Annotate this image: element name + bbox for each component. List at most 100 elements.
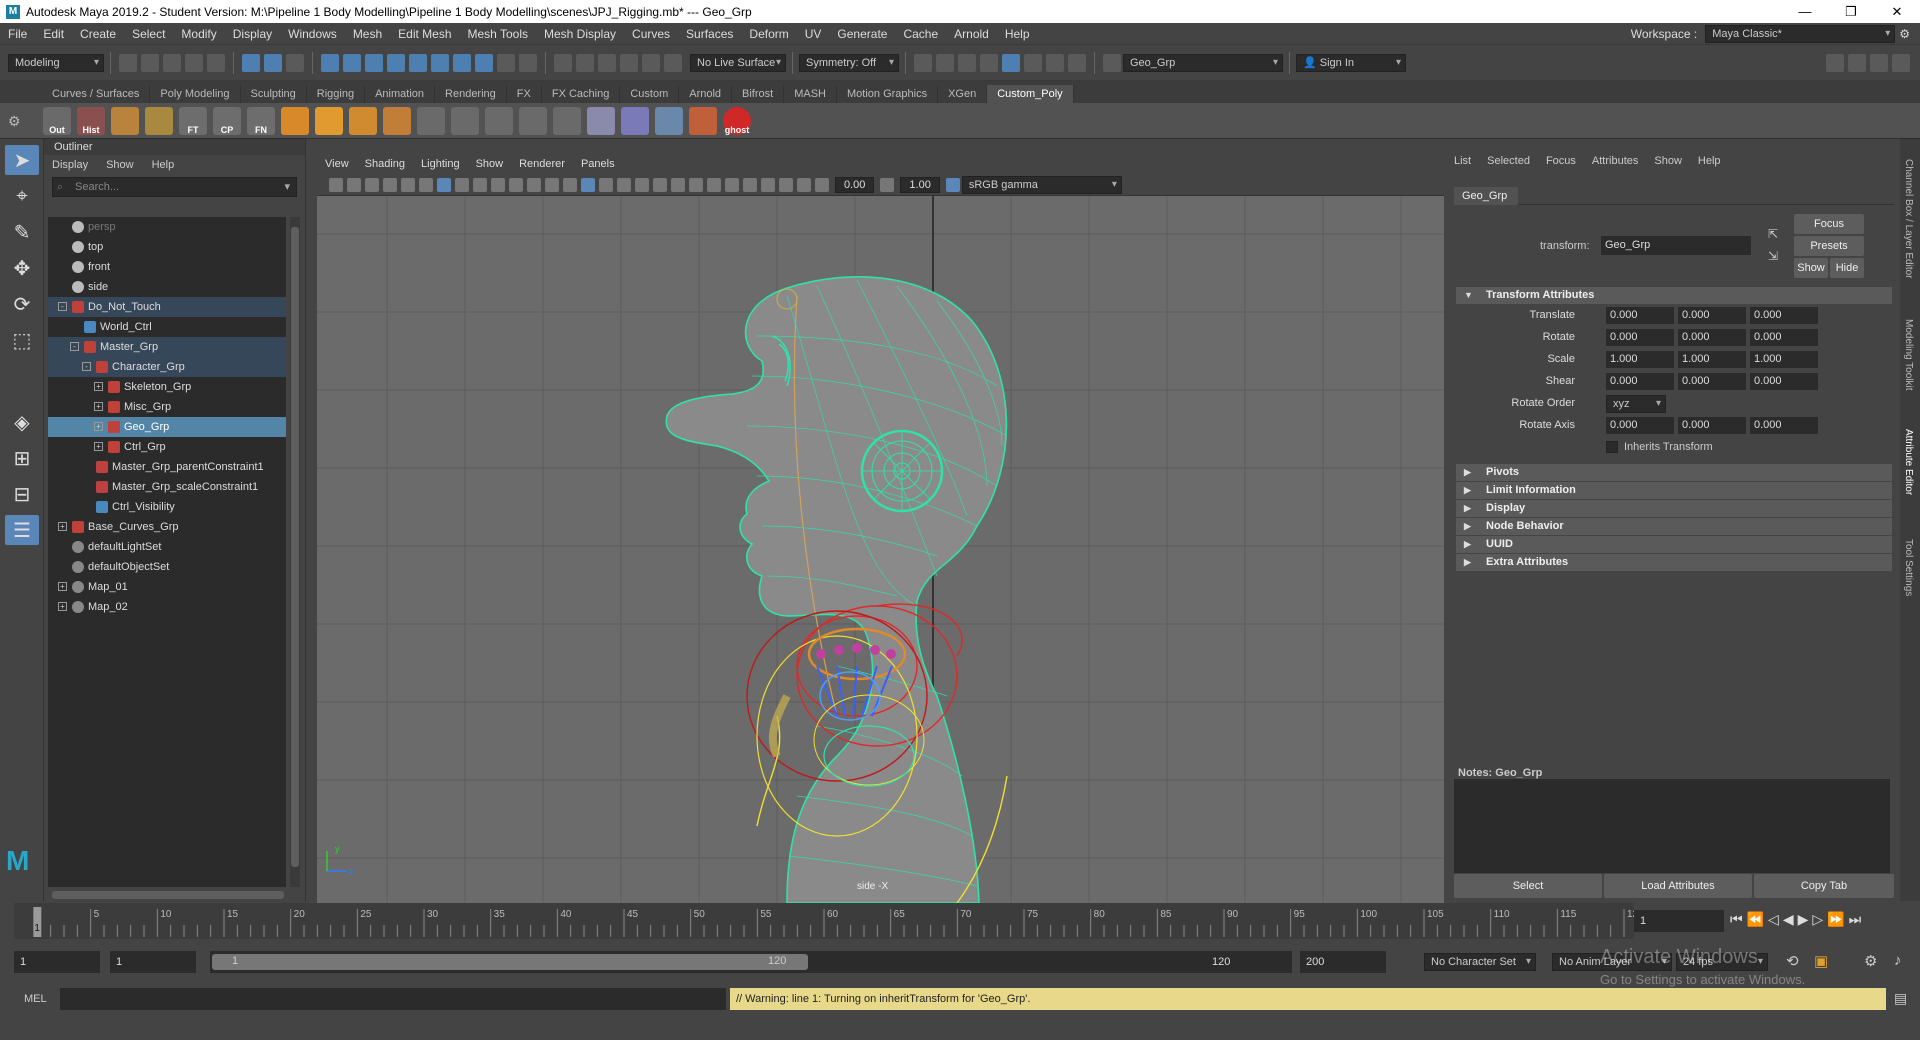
workspace-settings-icon[interactable]: ⚙ [1895,27,1914,41]
outliner-row[interactable]: front [48,257,286,277]
shelf-tab-mash[interactable]: MASH [784,85,837,103]
expand-icon[interactable]: + [58,522,67,531]
expand-icon[interactable]: + [94,422,103,431]
step-back-frame-icon[interactable]: ◁ [1768,911,1783,927]
outliner-menu-help[interactable]: Help [152,159,175,171]
collapse-icon[interactable]: - [70,342,79,351]
playback-start-field[interactable]: 1 [110,951,196,973]
menu-generate[interactable]: Generate [829,27,895,41]
shelf-settings-gear-icon[interactable]: ⚙ [8,113,21,130]
select-by-component-icon[interactable] [286,53,304,72]
transform-name-field[interactable]: Geo_Grp [1601,236,1751,255]
snap-grid-icon[interactable] [554,53,572,72]
section-uuid[interactable]: UUID [1456,536,1892,553]
shelf-cube-split-button[interactable] [281,106,309,135]
scale-z-field[interactable]: 1.000 [1750,351,1818,368]
two-view-layout-icon[interactable]: ⊟ [5,479,39,509]
shelf-knife-button[interactable] [485,106,513,135]
shelf-cube-button[interactable] [315,106,343,135]
notes-textarea[interactable] [1454,779,1890,873]
playback-end-field[interactable]: 120 [1206,951,1292,973]
sound-icon[interactable]: ♪ [1894,952,1902,969]
isolate-select-icon[interactable] [743,177,757,192]
2d-pan-zoom-icon[interactable] [401,177,415,192]
hide-button[interactable]: Hide [1830,258,1864,278]
loop-icon[interactable]: ⟲ [1786,952,1799,970]
go-to-end-icon[interactable]: ⏭ [1849,911,1866,927]
outliner-row[interactable]: Ctrl_Visibility [48,497,286,517]
outliner-row[interactable]: World_Ctrl [48,317,286,337]
image-plane-icon[interactable] [383,177,397,192]
menu-set-dropdown[interactable]: Modeling [8,53,104,72]
outliner-row[interactable]: + Base_Curves_Grp [48,517,286,537]
attr-menu-list[interactable]: List [1454,155,1471,167]
viewport-menu-view[interactable]: View [325,158,349,170]
symmetry-dropdown[interactable]: Symmetry: Off [799,53,899,72]
render-setup-icon[interactable] [1024,53,1042,72]
camera-select-icon[interactable] [329,177,343,192]
wireframe-on-shaded-icon[interactable] [617,177,631,192]
maximize-icon[interactable]: ❐ [1828,4,1874,20]
smooth-shade-icon[interactable] [581,177,595,192]
mask-rendering-icon[interactable] [453,53,471,72]
open-scene-icon[interactable] [141,53,159,72]
command-input[interactable] [60,988,726,1010]
scale-tool-icon[interactable]: ⬚ [5,325,39,355]
load-attributes-button[interactable]: Load Attributes [1604,874,1752,898]
shelf-tab-custom-poly[interactable]: Custom_Poly [987,85,1074,103]
menu-help[interactable]: Help [997,27,1038,41]
outliner-row[interactable]: + Skeleton_Grp [48,377,286,397]
expand-icon[interactable]: + [58,602,67,611]
mask-curves-icon[interactable] [365,53,383,72]
select-by-object-icon[interactable] [264,53,282,72]
play-forwards-icon[interactable]: ▶ [1798,911,1813,927]
rotate-axis-y-field[interactable]: 0.000 [1678,417,1746,434]
move-tool-icon[interactable]: ✥ [5,253,39,283]
single-perspective-layout-icon[interactable]: ◈ [5,407,39,437]
search-options-chevron-down-icon[interactable]: ▾ [284,178,290,196]
scale-y-field[interactable]: 1.000 [1678,351,1746,368]
section-pivots[interactable]: Pivots [1456,464,1892,481]
undo-icon[interactable] [185,53,203,72]
expand-icon[interactable]: + [94,442,103,451]
show-button[interactable]: Show [1794,258,1828,278]
hypershade-icon[interactable] [1002,53,1020,72]
menu-mesh-tools[interactable]: Mesh Tools [460,27,536,41]
step-forward-key-icon[interactable]: ⏩ [1827,911,1848,927]
presets-button[interactable]: Presets [1794,236,1864,256]
attribute-editor-toggle-icon[interactable] [1848,53,1866,72]
shadows-icon[interactable] [671,177,685,192]
shelf-uv-grid-button[interactable] [111,106,139,135]
safe-title-icon[interactable] [545,177,559,192]
exposure-icon[interactable] [815,177,829,192]
character-set-dropdown[interactable]: No Character Set [1424,953,1536,971]
snap-rotate-icon[interactable] [664,53,682,72]
shelf-tab-motion-graphics[interactable]: Motion Graphics [837,85,939,103]
viewport-menu-lighting[interactable]: Lighting [421,158,460,170]
auto-key-icon[interactable]: ▣ [1814,952,1828,970]
wireframe-icon[interactable] [563,177,577,192]
lasso-tool-icon[interactable]: ⌖ [5,181,39,211]
animation-preferences-icon[interactable]: ⚙ [1864,952,1877,970]
menu-deform[interactable]: Deform [741,27,796,41]
viewport-menu-renderer[interactable]: Renderer [519,158,565,170]
outliner-row[interactable]: Master_Grp_parentConstraint1 [48,457,286,477]
mask-dynamics-icon[interactable] [431,53,449,72]
scale-x-field[interactable]: 1.000 [1606,351,1674,368]
outliner-vertical-scrollbar[interactable] [290,217,300,887]
attr-menu-focus[interactable]: Focus [1546,155,1576,167]
shelf-tab-custom[interactable]: Custom [620,85,680,103]
shelf-bevel-button[interactable] [383,106,411,135]
translate-z-field[interactable]: 0.000 [1750,307,1818,324]
attr-menu-selected[interactable]: Selected [1487,155,1530,167]
menu-edit-mesh[interactable]: Edit Mesh [390,27,459,41]
outliner-row[interactable]: Master_Grp_scaleConstraint1 [48,477,286,497]
rotate-y-field[interactable]: 0.000 [1678,329,1746,346]
rotate-axis-z-field[interactable]: 0.000 [1750,417,1818,434]
outliner-row[interactable]: + Ctrl_Grp [48,437,286,457]
shelf-multicut-button[interactable] [451,106,479,135]
tool-settings-toggle-icon[interactable] [1870,53,1888,72]
xray-icon[interactable] [761,177,775,192]
snap-point-icon[interactable] [598,53,616,72]
shelf-tab-xgen[interactable]: XGen [938,85,988,103]
